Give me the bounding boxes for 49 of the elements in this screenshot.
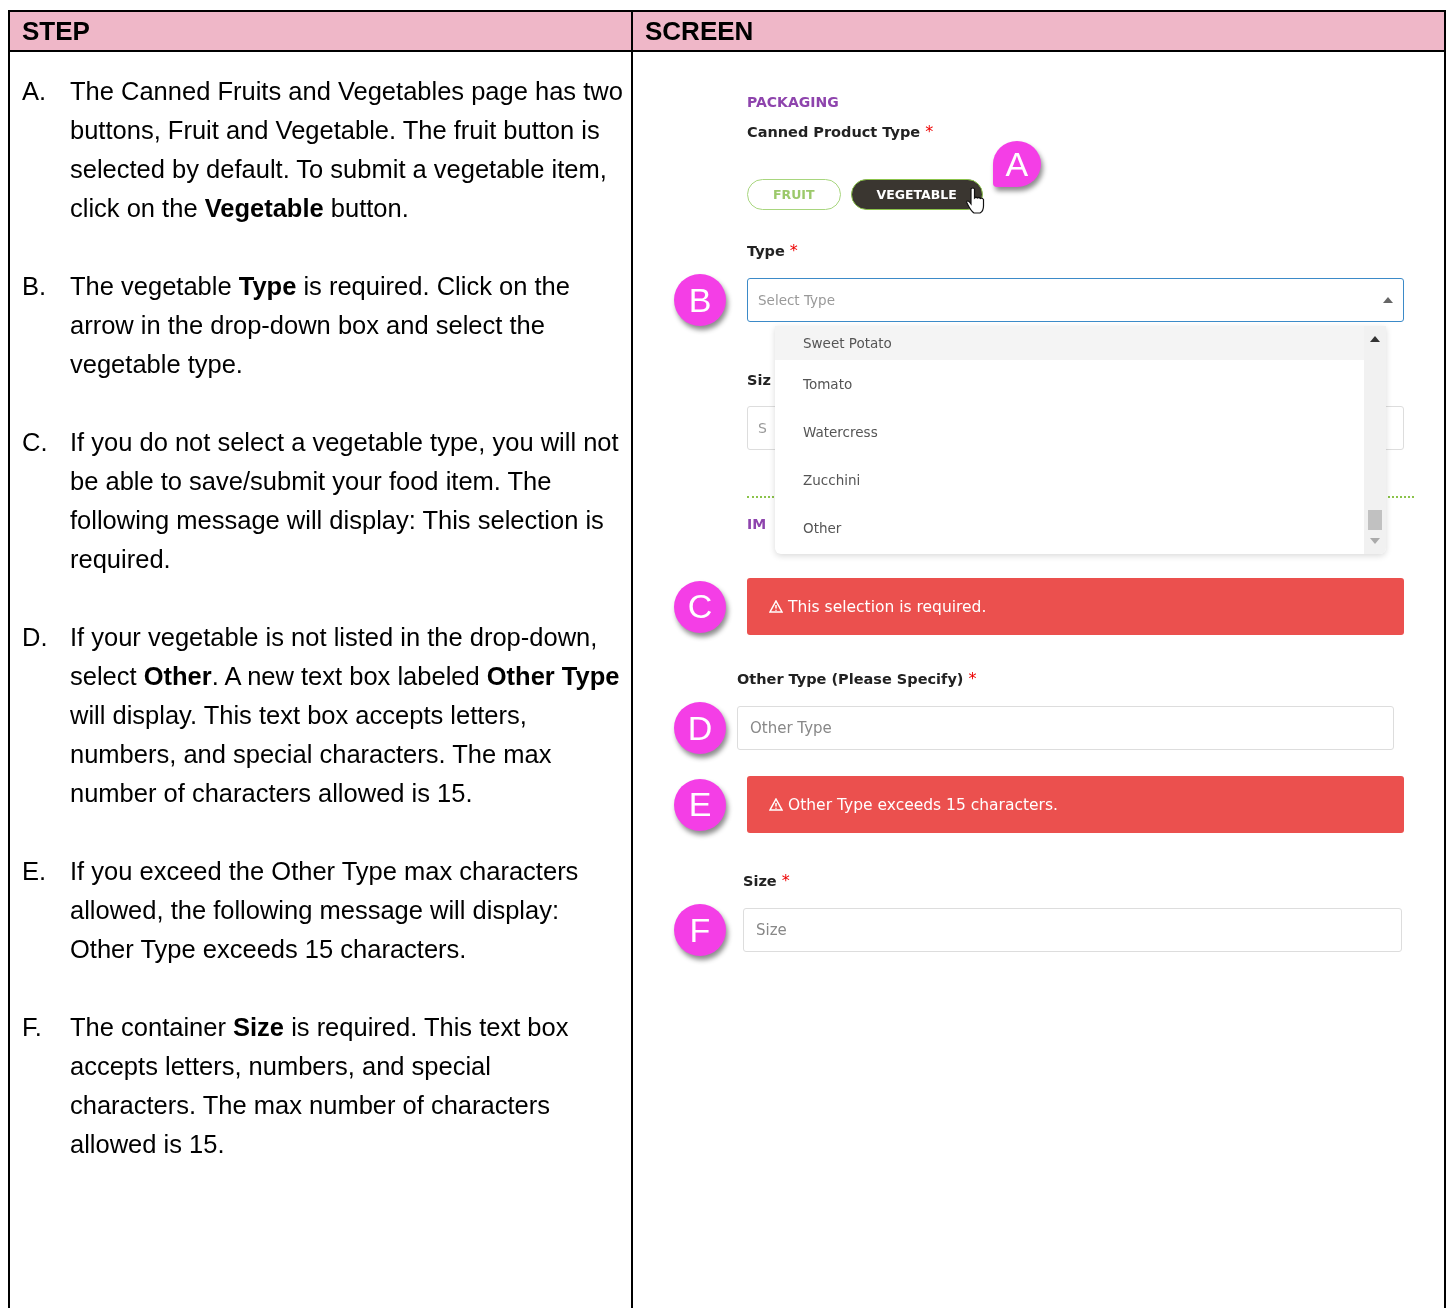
step-marker: A. (22, 76, 48, 107)
warning-icon (769, 798, 783, 811)
caret-icon (1383, 297, 1393, 303)
scrollbar-thumb[interactable] (1368, 510, 1382, 530)
dropdown-option[interactable]: Tomato (775, 360, 1364, 408)
dropdown-option[interactable]: Sweet Potato (775, 326, 1364, 360)
step-marker: E. (22, 856, 48, 887)
field-label: Type (747, 243, 785, 259)
step-text: If you exceed the Other Type max characters allowed, the following message will display: Other Type exceeds 15 characters. (70, 856, 580, 965)
step-text: The container Size is required. This text box accepts letters, numbers, and special characters. The max number of characters allowed is 15. (70, 1012, 570, 1160)
toggle-button[interactable]: VEGETABLE (850, 178, 983, 210)
scroll-down-icon[interactable] (1370, 538, 1380, 544)
step-marker: D. (22, 622, 49, 653)
hand-cursor-icon (965, 187, 987, 215)
step-marker: F. (22, 1012, 43, 1043)
size-field[interactable]: Size (743, 908, 1402, 952)
error-message: This selection is required. (788, 597, 987, 616)
callout-badge: F (674, 904, 726, 956)
callout-badge: E (674, 778, 726, 831)
callout-badge: A (992, 141, 1041, 187)
callout-badge: B (674, 274, 726, 326)
section-title: PACKAGING (747, 94, 840, 110)
section-title: IM (747, 516, 767, 532)
dropdown-option[interactable]: Zucchini (775, 456, 1364, 504)
scrollbar[interactable] (1364, 326, 1386, 554)
callout-badge: D (674, 702, 726, 754)
required-asterisk: * (789, 241, 798, 260)
step-text: If you do not select a vegetable type, you will not be able to save/submit your food item. The following message will display: This selection is required. (70, 427, 620, 575)
step-marker: B. (22, 271, 48, 302)
error-message: Other Type exceeds 15 characters. (788, 795, 1058, 814)
field-label: Other Type (Please Specify) (737, 671, 964, 687)
required-asterisk: * (968, 669, 977, 688)
dropdown-option[interactable]: Watercress (775, 408, 1364, 456)
dropdown-option[interactable]: Other (775, 504, 1364, 552)
column-header: STEP (10, 12, 633, 52)
column-header: SCREEN (633, 12, 1444, 52)
required-asterisk: * (781, 871, 790, 890)
callout-badge: C (674, 580, 726, 633)
step-text: The Canned Fruits and Vegetables page has two buttons, Fruit and Vegetable. The fruit button is selected by default. To submit a vegetable item, click on the Vegetable button. (70, 76, 623, 224)
scroll-up-icon[interactable] (1370, 336, 1380, 342)
field-label: Size (743, 873, 777, 889)
step-marker: C. (22, 427, 49, 458)
warning-icon (769, 600, 783, 613)
other-type-field[interactable]: Other Type (737, 706, 1394, 750)
field-label: Canned Product Type (747, 124, 921, 140)
field-label: Siz (747, 372, 771, 388)
step-text: The vegetable Type is required. Click on the arrow in the drop-down box and select the vegetable type. (70, 271, 571, 380)
step-text: If your vegetable is not listed in the drop-down, select Other. A new text box labeled Other Type will display. This text box accepts letters, numbers, and special characters. The max number of characters allowed is 15. (70, 622, 621, 809)
required-asterisk: * (925, 122, 934, 141)
